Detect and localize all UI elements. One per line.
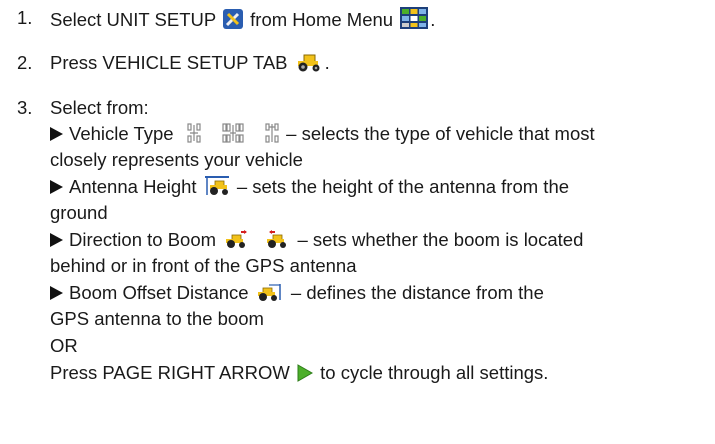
step-text: Press VEHICLE SETUP TAB <box>50 52 288 73</box>
home-menu-icon <box>400 7 429 29</box>
antenna-height-icon <box>204 176 230 196</box>
boom-front-icon <box>264 229 290 249</box>
option-boom-offset-distance-continued: GPS antenna to the boom <box>50 308 264 329</box>
option-vehicle-type: Vehicle Type – selects the type of vehic… <box>50 123 595 145</box>
unit-setup-icon <box>223 9 244 29</box>
option-label: Direction to Boom <box>69 229 217 250</box>
step-text-3: . <box>430 9 436 30</box>
or-separator: OR <box>50 335 78 356</box>
boom-behind-icon <box>223 229 249 249</box>
page-right-instruction: Press PAGE RIGHT ARROW to cycle through … <box>50 362 548 384</box>
option-antenna-height: Antenna Height – sets the height of the … <box>50 176 569 198</box>
vehicle-type-icon-2 <box>222 123 244 143</box>
bullet-arrow-icon <box>50 127 63 141</box>
option-boom-offset-distance: Boom Offset Distance – defines the dista… <box>50 282 544 304</box>
step-text: Select from: <box>50 97 149 118</box>
step-number: 3. <box>17 97 33 118</box>
option-description: – selects the type of vehicle that most <box>286 123 595 144</box>
step-text-2: . <box>324 52 330 73</box>
step-text-2: from Home Menu <box>250 9 394 30</box>
vehicle-type-icon-1 <box>187 123 201 143</box>
option-label: Boom Offset Distance <box>69 282 249 303</box>
bullet-arrow-icon <box>50 233 63 247</box>
bullet-arrow-icon <box>50 286 63 300</box>
option-direction-to-boom: Direction to Boom – sets whether the boo… <box>50 229 583 251</box>
option-label: Vehicle Type <box>69 123 174 144</box>
page-right-arrow-icon <box>297 364 313 382</box>
bullet-arrow-icon <box>50 180 63 194</box>
option-vehicle-type-continued: closely represents your vehicle <box>50 149 303 170</box>
option-label: Antenna Height <box>69 176 197 197</box>
option-direction-to-boom-continued: behind or in front of the GPS antenna <box>50 255 357 276</box>
instruction-text: Press PAGE RIGHT ARROW <box>50 362 290 383</box>
option-description: – sets the height of the antenna from th… <box>236 176 570 197</box>
vehicle-setup-tab-icon <box>295 54 323 72</box>
step-number: 2. <box>17 52 33 73</box>
vehicle-type-icon-3 <box>265 123 279 143</box>
step-text: Select UNIT SETUP <box>50 9 216 30</box>
option-description: – sets whether the boom is located <box>297 229 584 250</box>
step-number: 1. <box>17 7 33 28</box>
instruction-text-2: to cycle through all settings. <box>320 362 549 383</box>
option-description: – defines the distance from the <box>290 282 544 303</box>
boom-offset-distance-icon <box>256 282 284 302</box>
option-antenna-height-continued: ground <box>50 202 108 223</box>
